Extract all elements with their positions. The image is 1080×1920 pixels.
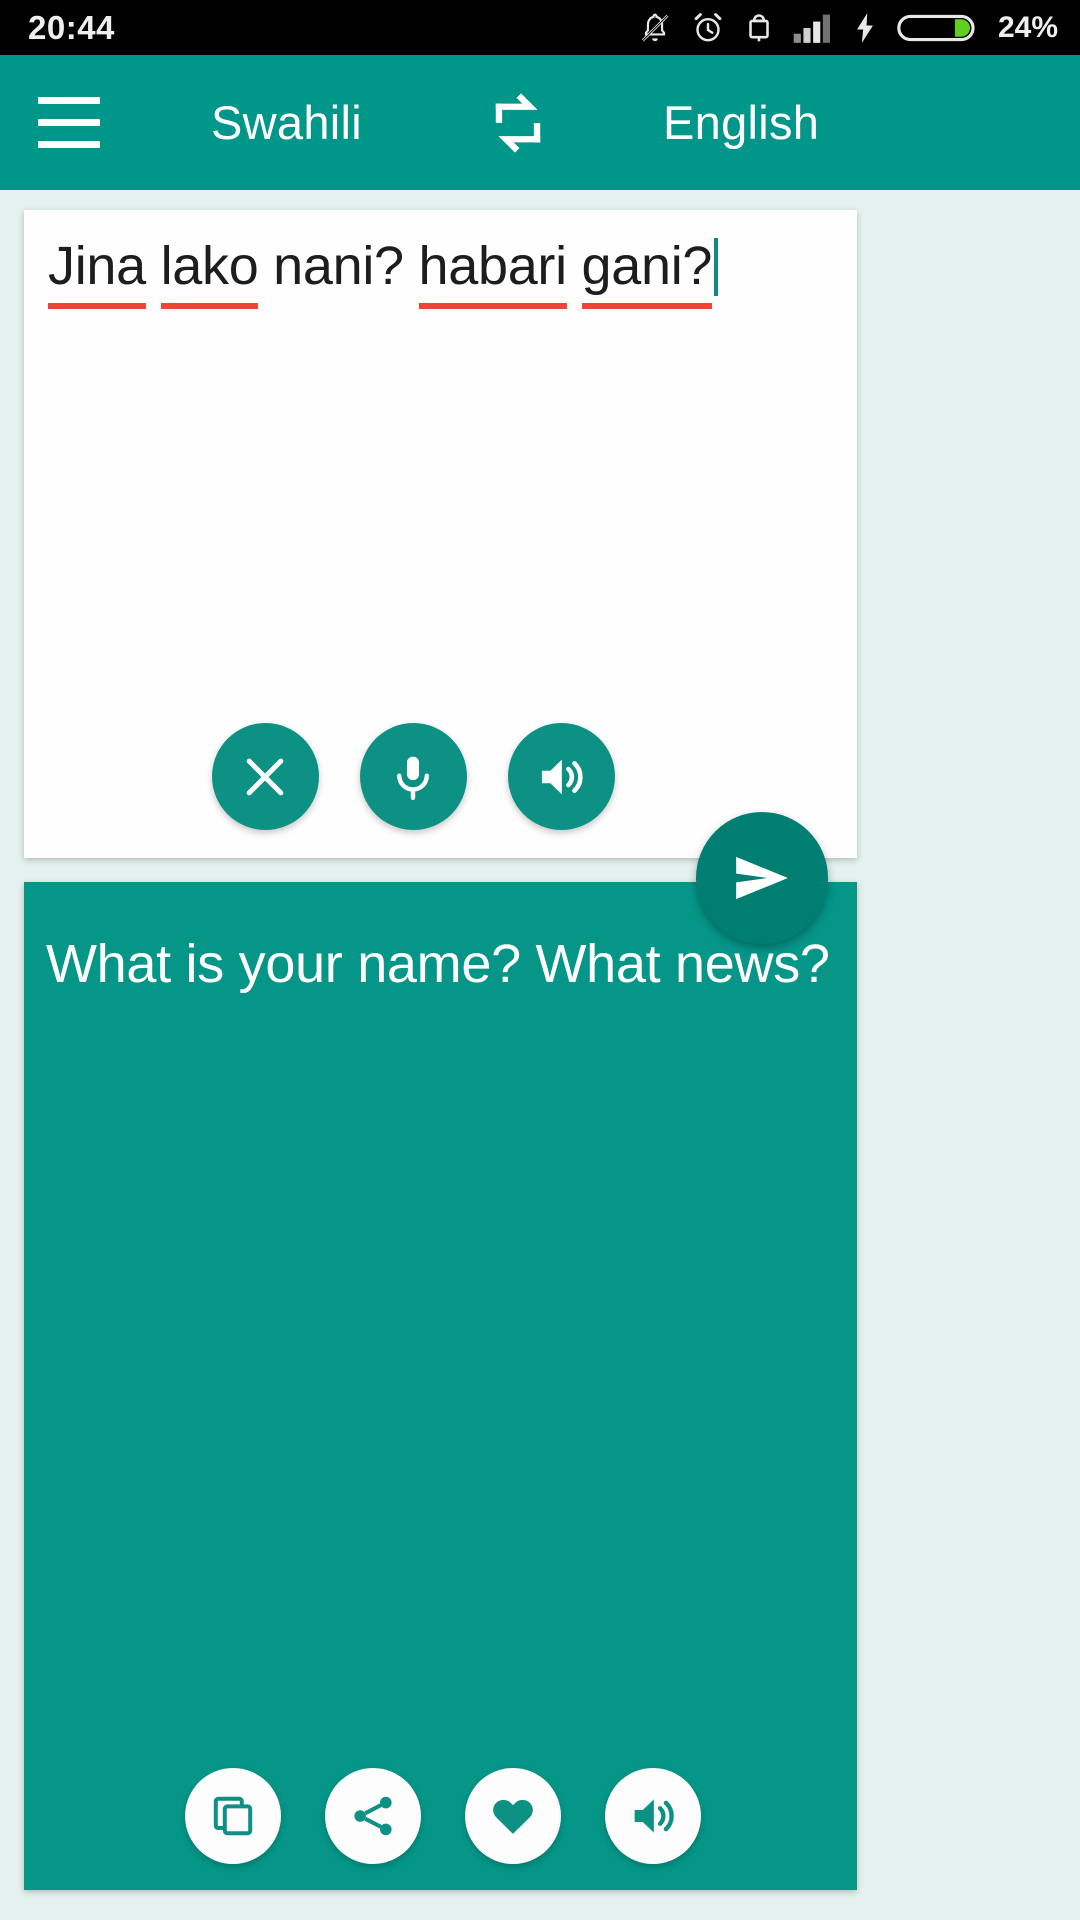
text-space [146, 236, 161, 296]
battery-percent-label: 24% [997, 10, 1058, 44]
app-bar: Swahili English [0, 55, 1080, 190]
source-language-selector[interactable]: Swahili [211, 95, 362, 150]
close-icon [246, 758, 284, 795]
copy-icon [213, 1796, 252, 1836]
translated-text: What is your name? What news? [46, 934, 830, 994]
hamburger-bar [38, 119, 100, 126]
battery-icon [897, 10, 975, 46]
copy-button[interactable] [184, 1768, 281, 1864]
status-icons: 24% [638, 10, 1058, 46]
favorite-button[interactable] [464, 1768, 561, 1864]
microphone-icon [397, 756, 429, 800]
source-text-input[interactable]: Jina lako nani? habari gani? [48, 234, 833, 309]
share-button[interactable] [324, 1768, 421, 1864]
notifications-off-icon [638, 11, 672, 45]
send-icon [736, 856, 788, 900]
swap-languages-icon[interactable] [483, 88, 553, 158]
share-icon [353, 1796, 392, 1836]
target-language-selector[interactable]: English [663, 95, 819, 150]
signal-icon [793, 12, 833, 44]
lock-icon [744, 11, 774, 45]
status-clock: 20:44 [28, 8, 115, 46]
heart-icon [492, 1799, 533, 1834]
hamburger-bar [38, 141, 100, 148]
text-fragment: nani? [258, 236, 419, 296]
status-bar: 20:44 24% [0, 0, 1080, 55]
misspelled-word: lako [160, 234, 259, 309]
clear-button[interactable] [211, 723, 319, 830]
hamburger-bar [38, 97, 100, 104]
result-actions [24, 1768, 857, 1864]
text-space [567, 236, 582, 296]
translate-send-button[interactable] [696, 812, 828, 944]
text-cursor [714, 238, 719, 296]
listen-target-button[interactable] [604, 1768, 701, 1864]
translation-result-card: What is your name? What news? [24, 882, 857, 1890]
misspelled-word: Jina [48, 234, 146, 309]
hamburger-menu-icon[interactable] [38, 80, 124, 166]
source-actions [24, 723, 857, 830]
misspelled-word: habari [418, 234, 568, 309]
source-text-card: Jina lako nani? habari gani? [24, 210, 857, 858]
alarm-icon [691, 11, 725, 45]
speaker-icon [541, 759, 583, 794]
charging-bolt-icon [852, 11, 878, 45]
voice-input-button[interactable] [359, 723, 467, 830]
misspelled-word: gani? [581, 234, 712, 309]
speaker-icon [634, 1799, 674, 1833]
listen-source-button[interactable] [507, 723, 615, 830]
